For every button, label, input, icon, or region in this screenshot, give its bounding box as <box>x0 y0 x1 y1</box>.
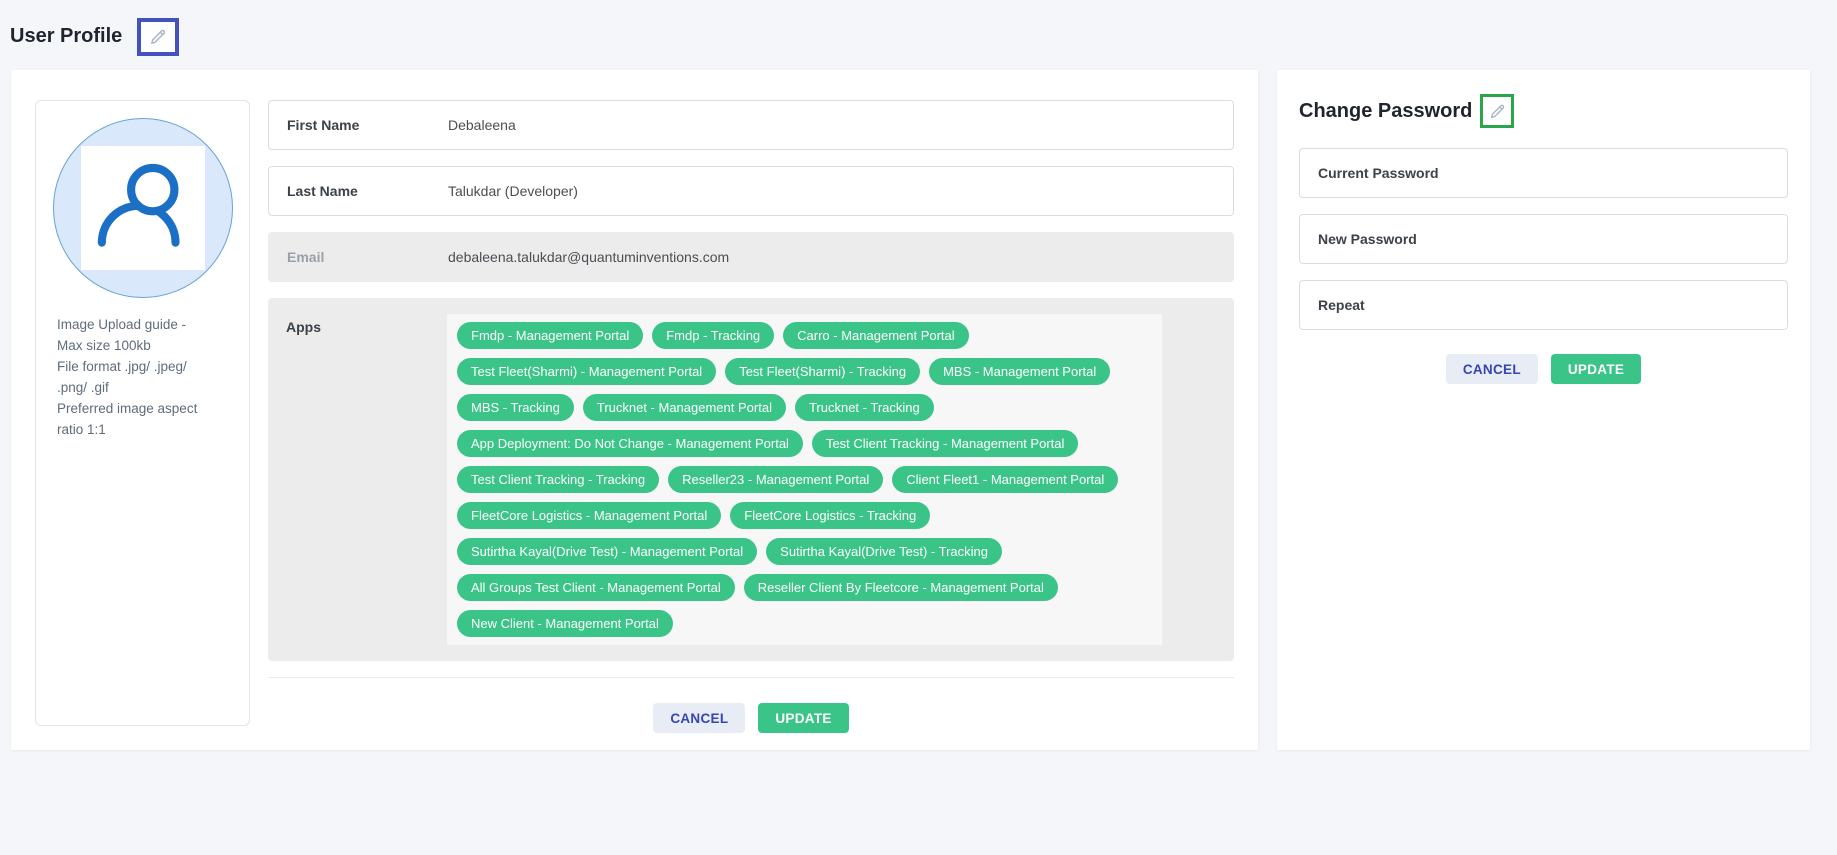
image-upload-guide: Image Upload guide -Max size 100kbFile f… <box>48 314 237 440</box>
app-pill: Trucknet - Management Portal <box>583 394 786 421</box>
password-update-button[interactable]: UPDATE <box>1551 354 1641 384</box>
app-pill: FleetCore Logistics - Tracking <box>730 502 930 529</box>
password-input[interactable]: New Password <box>1299 214 1788 264</box>
person-icon <box>91 156 195 260</box>
app-pill: New Client - Management Portal <box>457 610 673 637</box>
app-pill: Fmdp - Management Portal <box>457 322 643 349</box>
profile-card: Image Upload guide -Max size 100kbFile f… <box>11 70 1258 750</box>
app-pill: Test Client Tracking - Management Portal <box>812 430 1078 457</box>
edit-profile-button[interactable] <box>137 18 179 56</box>
password-cancel-button[interactable]: CANCEL <box>1446 354 1538 384</box>
app-pill: App Deployment: Do Not Change - Manageme… <box>457 430 803 457</box>
profile-form-actions: CANCEL UPDATE <box>268 678 1234 733</box>
app-pill: Sutirtha Kayal(Drive Test) - Tracking <box>766 538 1002 565</box>
app-pill: MBS - Tracking <box>457 394 574 421</box>
avatar-image <box>81 146 205 270</box>
form-fields: First Name Debaleena Last Name Talukdar … <box>268 100 1234 298</box>
pencil-icon <box>148 27 168 47</box>
upload-guide-line: File format .jpg/ .jpeg/ <box>57 356 237 377</box>
avatar-upload-card: Image Upload guide -Max size 100kbFile f… <box>35 100 250 726</box>
app-pill: All Groups Test Client - Management Port… <box>457 574 735 601</box>
profile-form: First Name Debaleena Last Name Talukdar … <box>268 100 1234 726</box>
password-actions: CANCEL UPDATE <box>1299 354 1788 384</box>
user-profile-page: User Profile Image Upload guide - <box>0 0 1837 750</box>
change-password-card: Change Password Current Password New Pass… <box>1277 70 1810 750</box>
field-label: First Name <box>287 117 448 133</box>
password-input[interactable]: Repeat <box>1299 280 1788 330</box>
upload-guide-line: Image Upload guide - <box>57 314 237 335</box>
change-password-header: Change Password <box>1299 94 1788 128</box>
password-input[interactable]: Current Password <box>1299 148 1788 198</box>
form-field-row: Last Name Talukdar (Developer) <box>268 166 1234 216</box>
app-pill: Carro - Management Portal <box>783 322 969 349</box>
field-input[interactable]: Talukdar (Developer) <box>448 183 578 199</box>
app-pill: Test Client Tracking - Tracking <box>457 466 659 493</box>
page-title: User Profile <box>10 25 122 48</box>
form-field-row: First Name Debaleena <box>268 100 1234 150</box>
apps-label: Apps <box>286 314 447 335</box>
change-password-title: Change Password <box>1299 100 1472 123</box>
profile-cancel-button[interactable]: CANCEL <box>653 703 745 733</box>
upload-guide-line: Preferred image aspect <box>57 398 237 419</box>
page-content: Image Upload guide -Max size 100kbFile f… <box>0 70 1837 750</box>
profile-update-button[interactable]: UPDATE <box>758 703 848 733</box>
field-input: debaleena.talukdar@quantuminventions.com <box>448 249 729 265</box>
field-input[interactable]: Debaleena <box>448 117 516 133</box>
password-fields: Current Password New Password Repeat <box>1299 148 1788 330</box>
upload-guide-line: Max size 100kb <box>57 335 237 356</box>
app-pill: MBS - Management Portal <box>929 358 1110 385</box>
app-pill: FleetCore Logistics - Management Portal <box>457 502 721 529</box>
page-header: User Profile <box>0 0 1837 70</box>
field-label: Email <box>287 249 448 265</box>
avatar[interactable] <box>53 118 233 298</box>
app-pill: Client Fleet1 - Management Portal <box>892 466 1118 493</box>
app-pill: Test Fleet(Sharmi) - Tracking <box>725 358 920 385</box>
app-pill: Sutirtha Kayal(Drive Test) - Management … <box>457 538 757 565</box>
app-pill: Test Fleet(Sharmi) - Management Portal <box>457 358 716 385</box>
pencil-icon <box>1488 102 1507 121</box>
form-field-row: Email debaleena.talukdar@quantuminventio… <box>268 232 1234 282</box>
field-label: Last Name <box>287 183 448 199</box>
upload-guide-line: ratio 1:1 <box>57 419 237 440</box>
app-pill: Fmdp - Tracking <box>652 322 774 349</box>
apps-pills-panel: Fmdp - Management Portal Fmdp - Tracking C… <box>447 314 1162 645</box>
upload-guide-line: .png/ .gif <box>57 377 237 398</box>
app-pill: Reseller23 - Management Portal <box>668 466 883 493</box>
app-pill: Reseller Client By Fleetcore - Managemen… <box>744 574 1058 601</box>
apps-field-row: Apps Fmdp - Management Portal Fmdp - Trac… <box>268 298 1234 661</box>
edit-password-button[interactable] <box>1480 94 1514 128</box>
app-pill: Trucknet - Tracking <box>795 394 934 421</box>
